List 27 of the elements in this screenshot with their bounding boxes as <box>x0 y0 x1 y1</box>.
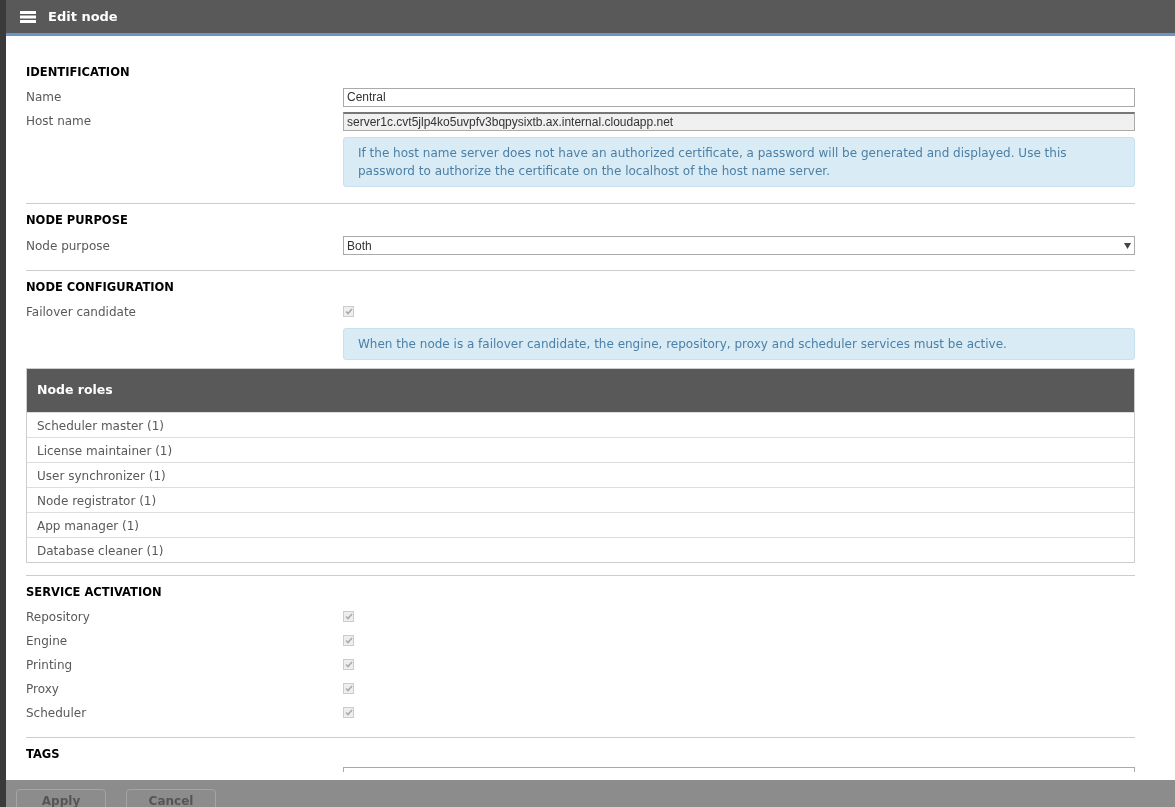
text-field[interactable]: server1c.cvt5jlp4ko5uvpfv3bqpysixtb.ax.internal.cloudapp.net <box>343 111 1135 131</box>
section-heading: NODE PURPOSE <box>26 212 129 230</box>
field-label: Repository <box>26 608 91 626</box>
info-note: When the node is a failover candidate, the engine, repository, proxy and scheduler services must be active. <box>343 327 1135 360</box>
section-heading: SERVICE ACTIVATION <box>26 583 163 601</box>
field-label: Engine <box>26 632 69 650</box>
table-row: Node registrator (1) <box>27 486 1134 512</box>
field-label: Name <box>26 89 63 107</box>
field-label: Host name <box>26 113 93 131</box>
field-label: Failover candidate <box>26 303 137 321</box>
table-row: User synchronizer (1) <box>27 461 1134 487</box>
field-label: Node purpose <box>26 237 111 255</box>
text-field[interactable]: Central <box>343 87 1135 107</box>
field-label: Printing <box>26 656 74 674</box>
table-row: License maintainer (1) <box>27 436 1134 462</box>
info-note: If the host name server does not have an authorized certificate, a password will be generated and displayed. Use this password to authorize the certificate on the localhost of the host name server. <box>343 137 1135 188</box>
table-row: Database cleaner (1) <box>27 536 1134 562</box>
field-label: Proxy <box>26 680 60 698</box>
dropdown-field[interactable]: Both <box>343 236 1135 255</box>
table-header: Node roles <box>27 368 1134 412</box>
section-heading: TAGS <box>26 745 61 763</box>
section-heading: IDENTIFICATION <box>26 64 131 81</box>
dialog-title: Edit node <box>48 7 118 26</box>
section-heading: NODE CONFIGURATION <box>26 278 175 296</box>
table-row: Scheduler master (1) <box>27 411 1134 437</box>
field-label: Scheduler <box>26 704 88 722</box>
table-row: App manager (1) <box>27 511 1134 537</box>
